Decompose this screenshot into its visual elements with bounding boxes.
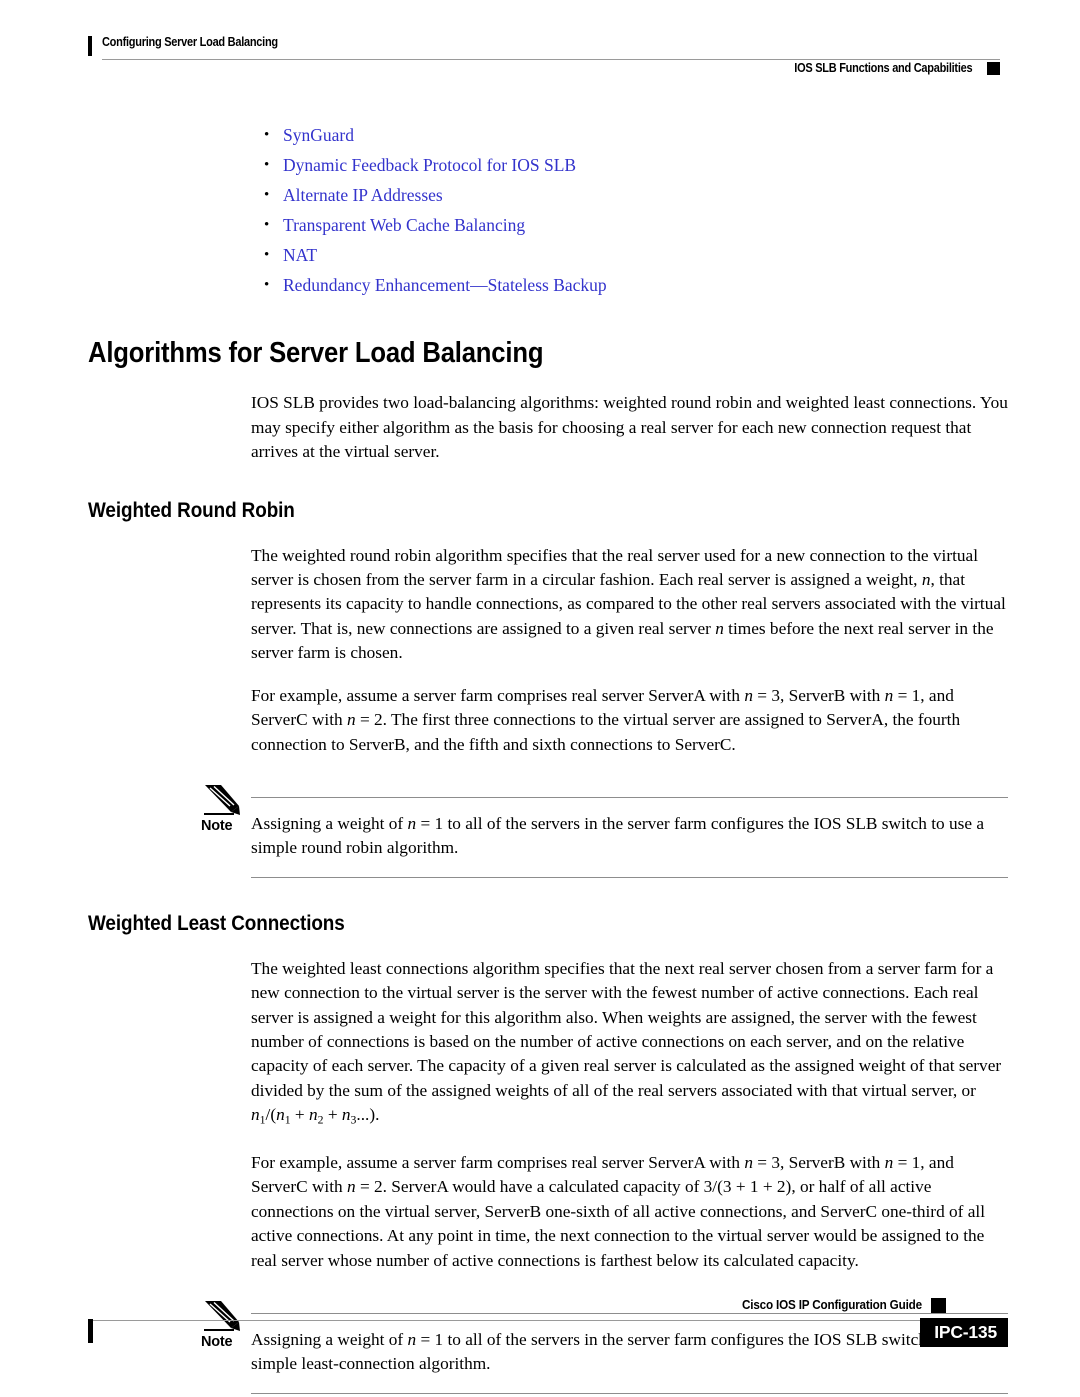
text-run: + [323, 1105, 342, 1125]
bullet-icon: • [264, 187, 270, 203]
variable-n: n [884, 685, 894, 705]
text-run: = 2. The first three connections to the … [251, 710, 961, 754]
pencil-icon [201, 783, 247, 817]
document-page: Configuring Server Load Balancing IOS SL… [0, 0, 1080, 1397]
section-example-paragraph: For example, assume a server farm compri… [251, 684, 1008, 757]
footer-guide-title: Cisco IOS IP Configuration Guide [742, 1297, 922, 1312]
text-run: For example, assume a server farm compri… [251, 685, 745, 705]
page-content: • SynGuard • Dynamic Feedback Protocol f… [88, 120, 1008, 1394]
variable-n: n [407, 813, 417, 833]
variable-n: n [341, 1105, 351, 1125]
black-square-marker-icon [987, 62, 1000, 75]
variable-n: n [744, 1152, 753, 1172]
page-footer: Cisco IOS IP Configuration Guide IPC-135 [88, 1297, 1008, 1367]
footer-divider [93, 1320, 946, 1321]
note-bottom-rule [251, 1392, 1008, 1394]
variable-n: n [884, 1152, 894, 1172]
text-run: Assigning a weight of [251, 813, 408, 833]
bullet-icon: • [264, 277, 270, 293]
text-run: The weighted round robin algorithm speci… [251, 545, 979, 590]
variable-n: n [308, 1105, 318, 1125]
link-label[interactable]: SynGuard [283, 125, 354, 145]
list-item[interactable]: • NAT [251, 240, 1008, 270]
variable-n: n [744, 685, 753, 705]
link-label[interactable]: Transparent Web Cache Balancing [283, 215, 525, 235]
variable-n: n [347, 710, 356, 730]
section-heading-weighted-least-connections: Weighted Least Connections [88, 911, 345, 935]
variable-n: n [251, 1105, 260, 1125]
text-run: /( [265, 1105, 277, 1125]
link-label[interactable]: NAT [283, 245, 317, 265]
bullet-icon: • [264, 127, 270, 143]
page-title: Algorithms for Server Load Balancing [88, 337, 544, 369]
list-item[interactable]: • Redundancy Enhancement—Stateless Backu… [251, 270, 1008, 300]
header-left-marker-bar [88, 36, 92, 56]
page-header: Configuring Server Load Balancing IOS SL… [88, 34, 1000, 84]
variable-n: n [276, 1105, 285, 1125]
header-divider [102, 59, 1000, 60]
bullet-icon: • [264, 247, 270, 263]
section-example-paragraph: For example, assume a server farm compri… [251, 1151, 1008, 1273]
section-paragraph: The weighted least connections algorithm… [251, 957, 1008, 1133]
footer-left-marker-bar [88, 1319, 93, 1343]
text-run: For example, assume a server farm compri… [251, 1152, 745, 1172]
note-top-rule [251, 796, 1008, 798]
formula-expression: n1/(n1 + n2 + n3...). [251, 1105, 380, 1126]
text-run: ...). [356, 1105, 380, 1125]
variable-n: n [347, 1177, 356, 1197]
cross-reference-link-list: • SynGuard • Dynamic Feedback Protocol f… [88, 120, 1008, 300]
page-number-badge: IPC-135 [920, 1318, 1008, 1348]
list-item[interactable]: • Transparent Web Cache Balancing [251, 210, 1008, 240]
variable-n: n [715, 618, 724, 638]
text-run: = 3, ServerB with [752, 685, 885, 705]
text-run: The weighted least connections algorithm… [251, 958, 1002, 1100]
text-run: + [290, 1105, 309, 1125]
section-paragraph: The weighted round robin algorithm speci… [251, 544, 1008, 666]
intro-paragraph: IOS SLB provides two load-balancing algo… [251, 393, 1008, 462]
header-chapter-title: Configuring Server Load Balancing [102, 35, 278, 49]
link-label[interactable]: Alternate IP Addresses [283, 185, 443, 205]
text-run: = 2. ServerA would have a calculated cap… [251, 1177, 986, 1270]
link-label[interactable]: Dynamic Feedback Protocol for IOS SLB [283, 155, 576, 175]
note-icon-underline [204, 812, 234, 815]
list-item[interactable]: • Dynamic Feedback Protocol for IOS SLB [251, 150, 1008, 180]
text-run: = 3, ServerB with [752, 1152, 885, 1172]
header-section-title: IOS SLB Functions and Capabilities [793, 61, 972, 75]
bullet-icon: • [264, 217, 270, 233]
section-heading-weighted-round-robin: Weighted Round Robin [88, 498, 295, 522]
note-bottom-rule [251, 876, 1008, 878]
bullet-icon: • [264, 157, 270, 173]
list-item[interactable]: • Alternate IP Addresses [251, 180, 1008, 210]
note-block: Note Assigning a weight of n = 1 to all … [201, 783, 1008, 878]
black-square-marker-icon [931, 1298, 946, 1313]
list-item[interactable]: • SynGuard [251, 120, 1008, 150]
note-label: Note [201, 817, 233, 834]
link-label[interactable]: Redundancy Enhancement—Stateless Backup [283, 275, 607, 295]
